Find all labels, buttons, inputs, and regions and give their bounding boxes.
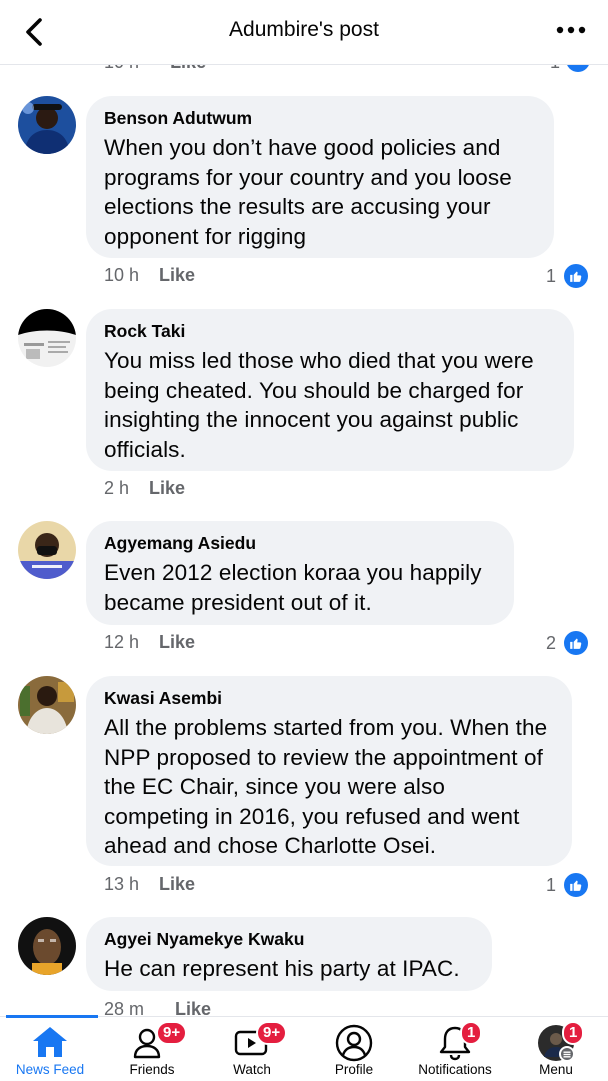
comment-meta: 2 h Like — [104, 478, 185, 499]
tab-profile[interactable]: Profile — [306, 1017, 402, 1081]
comment-bubble[interactable]: Rock Taki You miss led those who died th… — [86, 309, 574, 471]
like-reaction-icon — [562, 871, 590, 899]
comment-author[interactable]: Rock Taki — [104, 321, 556, 342]
comment-author[interactable]: Benson Adutwum — [104, 108, 536, 129]
avatar[interactable] — [18, 309, 76, 367]
tab-label: Watch — [233, 1062, 271, 1077]
tab-friends[interactable]: 9+ Friends — [104, 1017, 200, 1081]
watch-badge: 9+ — [256, 1021, 288, 1045]
comment-meta: 12 h Like — [104, 632, 195, 653]
like-link[interactable]: Like — [159, 874, 195, 894]
profile-icon — [335, 1024, 373, 1062]
comment-author[interactable]: Agyei Nyamekye Kwaku — [104, 929, 474, 950]
menu-badge: 1 — [562, 1021, 585, 1045]
reaction-summary[interactable]: 1 — [546, 871, 590, 899]
comment-bubble[interactable]: Agyei Nyamekye Kwaku He can represent hi… — [86, 917, 492, 991]
more-options-button[interactable] — [556, 20, 586, 40]
tab-news-feed[interactable]: News Feed — [0, 1017, 100, 1081]
tab-label: Friends — [129, 1062, 175, 1077]
comment-time: 13 h — [104, 874, 140, 894]
comment-meta: 28 m Like — [104, 999, 211, 1016]
tab-watch[interactable]: 9+ Watch — [204, 1017, 300, 1081]
notifications-badge: 1 — [460, 1021, 483, 1045]
comment-time: 12 h — [104, 632, 140, 652]
comment-author[interactable]: Agyemang Asiedu — [104, 533, 496, 554]
like-reaction-icon — [562, 262, 590, 290]
tab-label: News Feed — [15, 1062, 85, 1077]
tab-label: Notifications — [418, 1062, 492, 1077]
reaction-count: 1 — [545, 874, 556, 895]
comment-time: 28 m — [104, 999, 145, 1016]
comment-bubble[interactable]: Benson Adutwum When you don’t have good … — [86, 96, 554, 258]
reaction-count: 2 — [545, 632, 556, 653]
reaction-summary[interactable]: 2 — [546, 629, 590, 657]
comment-meta: 13 h Like — [104, 874, 195, 895]
post-header: Adumbire's post — [0, 0, 608, 65]
comment-text: He can represent his party at IPAC. — [104, 956, 460, 981]
like-link[interactable]: Like — [159, 632, 195, 652]
comment-text: You miss led those who died that you wer… — [104, 348, 534, 462]
like-link[interactable]: Like — [175, 999, 211, 1016]
comment-text: When you don’t have good policies and pr… — [104, 135, 512, 249]
comment-feed[interactable]: 10 h Like 1 Benson Adutwum When you don’… — [0, 0, 608, 1016]
comment-bubble[interactable]: Agyemang Asiedu Even 2012 election koraa… — [86, 521, 514, 625]
avatar[interactable] — [18, 676, 76, 734]
avatar[interactable] — [18, 917, 76, 975]
friends-badge: 9+ — [156, 1021, 188, 1045]
bottom-tab-bar: News Feed 9+ Friends 9+ Watch Profile 1 … — [0, 1015, 608, 1081]
comment-meta: 10 h Like — [104, 265, 195, 286]
like-reaction-icon — [562, 629, 590, 657]
avatar[interactable] — [18, 521, 76, 579]
comment-text: All the problems started from you. When … — [104, 715, 548, 858]
like-link[interactable]: Like — [159, 265, 195, 285]
comment-author[interactable]: Kwasi Asembi — [104, 688, 554, 709]
tab-menu[interactable]: 1 Menu — [508, 1017, 604, 1081]
comment-time: 10 h — [104, 265, 140, 285]
comment-text: Even 2012 election koraa you happily bec… — [104, 560, 482, 615]
like-link[interactable]: Like — [149, 478, 185, 498]
tab-notifications[interactable]: 1 Notifications — [406, 1017, 504, 1081]
tab-label: Profile — [334, 1062, 374, 1077]
reaction-count: 1 — [545, 265, 556, 286]
tab-label: Menu — [539, 1062, 573, 1077]
more-dots-icon — [556, 26, 586, 34]
comment-time: 2 h — [104, 478, 130, 498]
home-icon — [33, 1027, 67, 1057]
reaction-summary[interactable]: 1 — [546, 262, 590, 290]
page-title: Adumbire's post — [229, 18, 379, 41]
avatar[interactable] — [18, 96, 76, 154]
comment-bubble[interactable]: Kwasi Asembi All the problems started fr… — [86, 676, 572, 866]
